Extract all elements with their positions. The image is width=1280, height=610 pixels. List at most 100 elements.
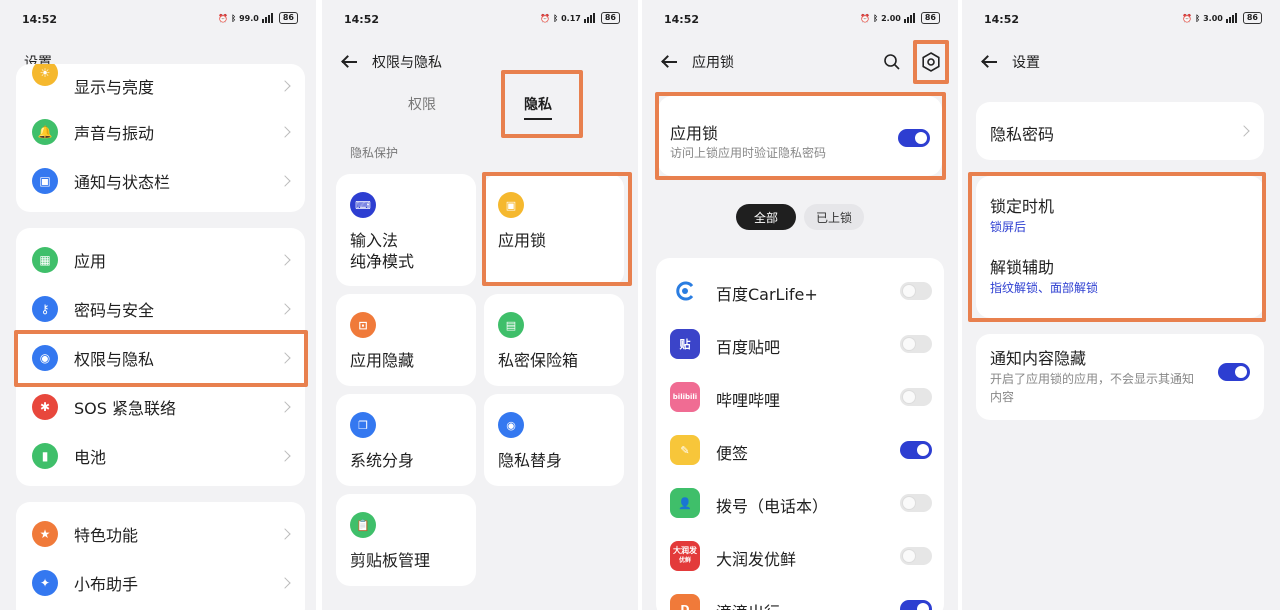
gear-icon[interactable] bbox=[920, 51, 942, 73]
status-time: 14:52 bbox=[344, 13, 380, 26]
status-icons: ⏰ ᛒ 2.00 86 bbox=[860, 12, 940, 24]
battery-icon: 86 bbox=[600, 12, 620, 24]
alarm-icon: ⏰ bbox=[1182, 13, 1193, 23]
tile-clipboard[interactable]: 📋 剪贴板管理 bbox=[336, 494, 476, 586]
chevron-right-icon bbox=[279, 577, 291, 589]
status-icons: ⏰ ᛒ 3.00 86 bbox=[1182, 12, 1262, 24]
app-toggle[interactable] bbox=[900, 547, 932, 565]
rt-mart-icon-text: 优鲜 bbox=[678, 557, 691, 564]
tile-ime-pure-mode[interactable]: ⌨ 输入法 纯净模式 bbox=[336, 174, 476, 286]
status-bar: 14:52 ⏰ ᛒ 99.0 86 bbox=[0, 0, 316, 40]
net-speed: 0.17 bbox=[561, 13, 581, 23]
notes-icon: ✎ bbox=[670, 435, 700, 465]
settings-item-sos[interactable]: ✱ SOS 紧急联络 bbox=[16, 383, 305, 431]
subtitle-line: 开启了应用锁的应用，不会显示其通知 bbox=[990, 372, 1195, 386]
settings-item-features[interactable]: ★ 特色功能 bbox=[16, 510, 305, 558]
tab-privacy[interactable]: 隐私 bbox=[524, 94, 552, 114]
settings-item-assistant[interactable]: ✦ 小布助手 bbox=[16, 559, 305, 607]
app-toggle[interactable] bbox=[900, 335, 932, 353]
app-lock-toggle[interactable] bbox=[898, 129, 930, 147]
back-arrow-icon[interactable] bbox=[660, 52, 680, 72]
back-arrow-icon[interactable] bbox=[340, 52, 360, 72]
app-name: 百度贴吧 bbox=[716, 338, 781, 357]
list-item[interactable]: 贴 百度贴吧 bbox=[656, 319, 944, 372]
search-icon[interactable] bbox=[882, 52, 902, 72]
unlock-assist-item[interactable]: 解锁辅助 指纹解锁、面部解锁 bbox=[976, 238, 1264, 300]
chevron-right-icon bbox=[279, 528, 291, 540]
tab-indicator bbox=[524, 118, 552, 120]
list-item[interactable]: bilibili 哔哩哔哩 bbox=[656, 372, 944, 425]
app-toggle[interactable] bbox=[900, 600, 932, 610]
battery-icon: 86 bbox=[278, 12, 298, 24]
bilibili-icon: bilibili bbox=[670, 382, 700, 412]
settings-item-label: 应用 bbox=[74, 252, 107, 271]
app-lock-title: 应用锁 bbox=[670, 124, 719, 143]
filter-chip-all[interactable]: 全部 bbox=[736, 204, 796, 230]
settings-item-sound[interactable]: 🔔 声音与振动 bbox=[16, 108, 305, 156]
status-time: 14:52 bbox=[664, 13, 700, 26]
tile-app-lock[interactable]: ▣ 应用锁 bbox=[484, 174, 624, 286]
app-toggle[interactable] bbox=[900, 282, 932, 300]
bluetooth-icon: ᛒ bbox=[231, 13, 237, 23]
tile-private-safe[interactable]: ▤ 私密保险箱 bbox=[484, 294, 624, 386]
settings-item-password[interactable]: ⚷ 密码与安全 bbox=[16, 285, 305, 333]
settings-item-display[interactable]: ☀ 显示与亮度 bbox=[16, 64, 305, 104]
tile-label: 剪贴板管理 bbox=[350, 551, 431, 570]
status-time: 14:52 bbox=[984, 13, 1020, 26]
tab-permissions[interactable]: 权限 bbox=[408, 94, 436, 114]
tile-system-clone[interactable]: ❐ 系统分身 bbox=[336, 394, 476, 486]
status-time: 14:52 bbox=[22, 13, 58, 26]
lock-options-group: 锁定时机 锁屏后 解锁辅助 指纹解锁、面部解锁 bbox=[976, 176, 1264, 318]
notification-hide-toggle[interactable] bbox=[1218, 363, 1250, 381]
filter-chip-locked[interactable]: 已上锁 bbox=[804, 204, 864, 230]
settings-item-privacy[interactable]: ◉ 权限与隐私 bbox=[16, 334, 305, 382]
alarm-icon: ⏰ bbox=[540, 13, 551, 23]
sun-icon: ☀ bbox=[32, 64, 58, 86]
chevron-right-icon bbox=[279, 450, 291, 462]
lock-icon: ▣ bbox=[498, 192, 524, 218]
tile-app-hide[interactable]: ⊡ 应用隐藏 bbox=[336, 294, 476, 386]
section-title: 隐私保护 bbox=[350, 146, 399, 160]
alarm-icon: ⏰ bbox=[860, 13, 871, 23]
settings-item-label: 权限与隐私 bbox=[74, 350, 155, 369]
list-item[interactable]: 大润发 优鲜 大润发优鲜 bbox=[656, 531, 944, 584]
toggle-knob bbox=[903, 497, 915, 509]
app-toggle[interactable] bbox=[900, 388, 932, 406]
privacy-panel: 14:52 ⏰ ᛒ 0.17 86 权限与隐私 权限 隐私 隐私保护 ⌨ 输入法… bbox=[322, 0, 638, 610]
clipboard-icon: 📋 bbox=[350, 512, 376, 538]
app-lock-settings-panel: 14:52 ⏰ ᛒ 3.00 86 设置 隐私密码 锁定时机 锁屏后 解锁辅助 … bbox=[962, 0, 1280, 610]
signal-icon bbox=[1225, 13, 1237, 23]
list-item[interactable]: 百度CarLife+ bbox=[656, 266, 944, 319]
chevron-right-icon bbox=[1238, 125, 1250, 137]
bell-icon: 🔔 bbox=[32, 119, 58, 145]
net-speed: 2.00 bbox=[881, 13, 901, 23]
tile-privacy-double[interactable]: ◉ 隐私替身 bbox=[484, 394, 624, 486]
list-item[interactable]: 👤 拨号（电话本） bbox=[656, 478, 944, 531]
bluetooth-icon: ᛒ bbox=[553, 13, 559, 23]
status-bar: 14:52 ⏰ ᛒ 3.00 86 bbox=[962, 0, 1280, 40]
settings-item-notification[interactable]: ▣ 通知与状态栏 bbox=[16, 157, 305, 205]
chevron-right-icon bbox=[279, 352, 291, 364]
chevron-right-icon bbox=[279, 126, 291, 138]
settings-group-2: ▦ 应用 ⚷ 密码与安全 ◉ 权限与隐私 ✱ SOS 紧急联络 ▮ 电池 bbox=[16, 228, 305, 486]
subtitle-line: 内容 bbox=[990, 390, 1015, 404]
app-toggle[interactable] bbox=[900, 441, 932, 459]
settings-item-battery[interactable]: ▮ 电池 bbox=[16, 432, 305, 480]
toggle-knob bbox=[915, 132, 927, 144]
lock-time-item[interactable]: 锁定时机 锁屏后 bbox=[976, 176, 1264, 238]
signal-icon bbox=[261, 13, 273, 23]
baidu-carlife-icon bbox=[670, 276, 700, 306]
page-title: 权限与隐私 bbox=[372, 55, 442, 71]
page-header: 权限与隐私 bbox=[322, 44, 638, 80]
list-item[interactable]: ✎ 便签 bbox=[656, 425, 944, 478]
settings-item-apps[interactable]: ▦ 应用 bbox=[16, 236, 305, 284]
list-item[interactable]: D 滴滴出行 bbox=[656, 584, 944, 610]
notification-icon: ▣ bbox=[32, 168, 58, 194]
app-list: 百度CarLife+ 贴 百度贴吧 bilibili 哔哩哔哩 ✎ 便签 👤 拨… bbox=[656, 258, 944, 610]
back-arrow-icon[interactable] bbox=[980, 52, 1000, 72]
sos-asterisk-icon: ✱ bbox=[32, 394, 58, 420]
privacy-password-item[interactable]: 隐私密码 bbox=[976, 102, 1264, 160]
app-toggle[interactable] bbox=[900, 494, 932, 512]
toggle-knob bbox=[903, 285, 915, 297]
settings-group-3: ★ 特色功能 ✦ 小布助手 bbox=[16, 502, 305, 610]
